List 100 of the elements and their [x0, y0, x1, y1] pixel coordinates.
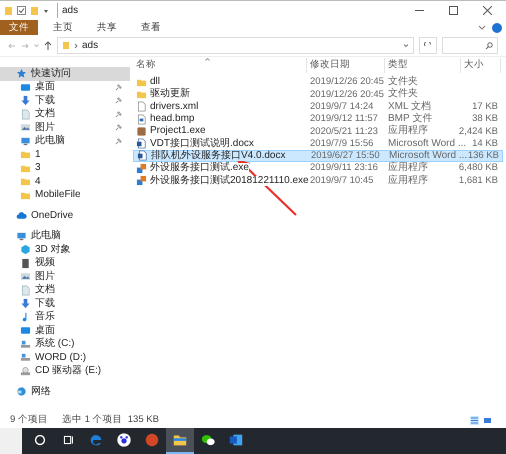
sidebar-item[interactable]: 此电脑: [0, 134, 130, 148]
ribbon-tab[interactable]: 查看: [132, 20, 170, 35]
table-cell: 2019/9/11 23:16: [310, 163, 378, 173]
checkbox-icon[interactable]: [17, 6, 26, 15]
sidebar-item[interactable]: 快速访问: [0, 67, 130, 80]
sidebar-item[interactable]: 此电脑: [0, 230, 130, 243]
file-row[interactable]: VDT接口测试说明.docx 2019/7/9 15:56 Microsoft Word ... 14 KB: [133, 137, 503, 150]
sidebar-item[interactable]: 1: [0, 148, 130, 162]
program-icon: [136, 162, 147, 174]
search-field[interactable]: [442, 37, 498, 54]
address-bar[interactable]: ads: [57, 37, 414, 54]
download-arrow-icon: [20, 298, 31, 310]
file-name: 外设服务接口测试20181221110.exe: [150, 176, 309, 186]
sidebar-item[interactable]: 视频: [0, 256, 130, 270]
browser-e-icon: [88, 432, 104, 448]
sidebar-item[interactable]: 音乐: [0, 310, 130, 324]
sidebar-item[interactable]: 文档: [0, 108, 130, 121]
dropdown-icon[interactable]: [43, 8, 49, 14]
chevron-right-icon: [74, 42, 78, 48]
sidebar-item[interactable]: CD 驱动器 (E:): [0, 364, 130, 378]
ribbon-tab[interactable]: 主页: [44, 20, 82, 35]
folder-icon: [20, 176, 31, 188]
sidebar-item[interactable]: 4: [0, 175, 130, 188]
file-row[interactable]: head.bmp 2019/9/12 11:57 BMP 文件 38 KB: [133, 112, 503, 126]
refresh-button[interactable]: [419, 37, 437, 54]
file-name: VDT接口测试说明.docx: [150, 138, 254, 149]
chat-bubbles-icon: [200, 432, 216, 448]
film-icon: [20, 258, 31, 269]
sidebar-item[interactable]: 桌面: [0, 324, 130, 338]
program-icon: [136, 175, 147, 186]
chevron-down-icon[interactable]: [403, 43, 409, 48]
drive-icon: [20, 352, 31, 364]
table-cell: 2019/9/12 11:57: [310, 114, 378, 124]
table-cell: 14 KB: [472, 138, 498, 148]
table-cell: 2019/12/26 20:45: [310, 90, 384, 100]
sidebar-item[interactable]: OneDrive: [0, 209, 130, 222]
sidebar-item[interactable]: 下载: [0, 297, 130, 310]
file-row[interactable]: 驱动更新 2019/12/26 20:45 文件夹: [133, 88, 503, 101]
file-name: Project1.exe: [150, 126, 206, 136]
table-cell: 2019/6/27 15:50: [311, 151, 380, 161]
sidebar-item[interactable]: 3D 对象: [0, 243, 130, 256]
chevron-down-icon[interactable]: [478, 24, 486, 30]
file-row[interactable]: Project1.exe 2020/5/21 11:23 应用程序 2,424 KB: [133, 125, 503, 138]
details-view-icon[interactable]: [470, 416, 479, 425]
file-name: 外设服务接口测试.exe: [150, 163, 249, 174]
file-name: 排队机外设服务接口V4.0.docx: [151, 150, 286, 161]
desktop-icon: [20, 325, 31, 336]
file-row[interactable]: 外设服务接口测试20181221110.exe 2019/9/7 10:45 应用程序 1,681 KB: [133, 174, 503, 187]
file-row[interactable]: drivers.xml 2019/9/7 14:24 XML 文档 17 KB: [133, 100, 503, 113]
computer-icon: [16, 230, 27, 242]
column-header[interactable]: 名称: [133, 58, 307, 73]
table-cell: 6,480 KB: [458, 163, 498, 173]
sidebar-item[interactable]: 图片: [0, 270, 130, 284]
help-icon[interactable]: [492, 22, 502, 32]
disc-drive-icon: [20, 366, 31, 377]
image-file-icon: [136, 114, 147, 125]
table-cell: BMP 文件: [388, 114, 432, 124]
file-row[interactable]: dll 2019/12/26 20:45 文件夹: [133, 76, 503, 88]
thumbnail-view-icon[interactable]: [483, 416, 492, 425]
sidebar-item[interactable]: 文档: [0, 284, 130, 297]
column-header[interactable]: 类型: [385, 58, 461, 73]
up-arrow-icon[interactable]: [44, 41, 52, 50]
document-icon: [20, 284, 31, 296]
presentation-app-icon: [144, 432, 160, 448]
table-cell: Microsoft Word ...: [388, 138, 466, 149]
table-cell: 136 KB: [468, 151, 499, 161]
maximize-icon: [448, 6, 458, 15]
sidebar-item[interactable]: WORD (D:): [0, 351, 130, 364]
sidebar-item[interactable]: 下载: [0, 94, 130, 108]
file-row[interactable]: 排队机外设服务接口V4.0.docx 2019/6/27 15:50 Microsoft Word ...136 KB: [133, 150, 503, 162]
file-name: head.bmp: [150, 114, 194, 124]
column-header[interactable]: 修改日期: [307, 58, 385, 73]
sidebar-item[interactable]: 系统 (C:): [0, 338, 130, 351]
sidebar-item[interactable]: 桌面: [0, 80, 130, 94]
network-icon: [16, 386, 27, 398]
picture-icon: [20, 271, 31, 282]
application-icon: [136, 126, 147, 137]
file-row[interactable]: 外设服务接口测试.exe 2019/9/11 23:16 应用程序 6,480 KB: [133, 162, 503, 174]
sidebar-item[interactable]: 网络: [0, 385, 130, 398]
table-cell: 38 KB: [472, 114, 498, 124]
sidebar-item[interactable]: 3: [0, 162, 130, 175]
folder-icon: [62, 41, 70, 50]
sidebar-item[interactable]: 图片: [0, 121, 130, 134]
table-cell: 2,424 KB: [458, 126, 498, 136]
document-icon: [20, 108, 31, 120]
sidebar-item[interactable]: MobileFile: [0, 188, 130, 202]
taskbar-edge: [0, 428, 22, 454]
cube-icon: [20, 244, 31, 256]
minimize-icon: [414, 10, 424, 11]
column-header[interactable]: 大小: [461, 58, 501, 73]
word-app-icon: [228, 432, 244, 448]
star-icon: [16, 68, 27, 80]
address-path: ads: [82, 39, 100, 53]
table-cell: 应用程序: [388, 163, 428, 174]
table-cell: 2019/7/9 15:56: [310, 138, 374, 148]
table-cell: 2019/9/7 14:24: [310, 102, 374, 112]
table-cell: XML 文档: [388, 102, 431, 112]
close-icon: [482, 6, 492, 15]
ribbon-tab[interactable]: 共享: [88, 20, 126, 35]
ribbon-tab[interactable]: 文件: [0, 20, 38, 35]
